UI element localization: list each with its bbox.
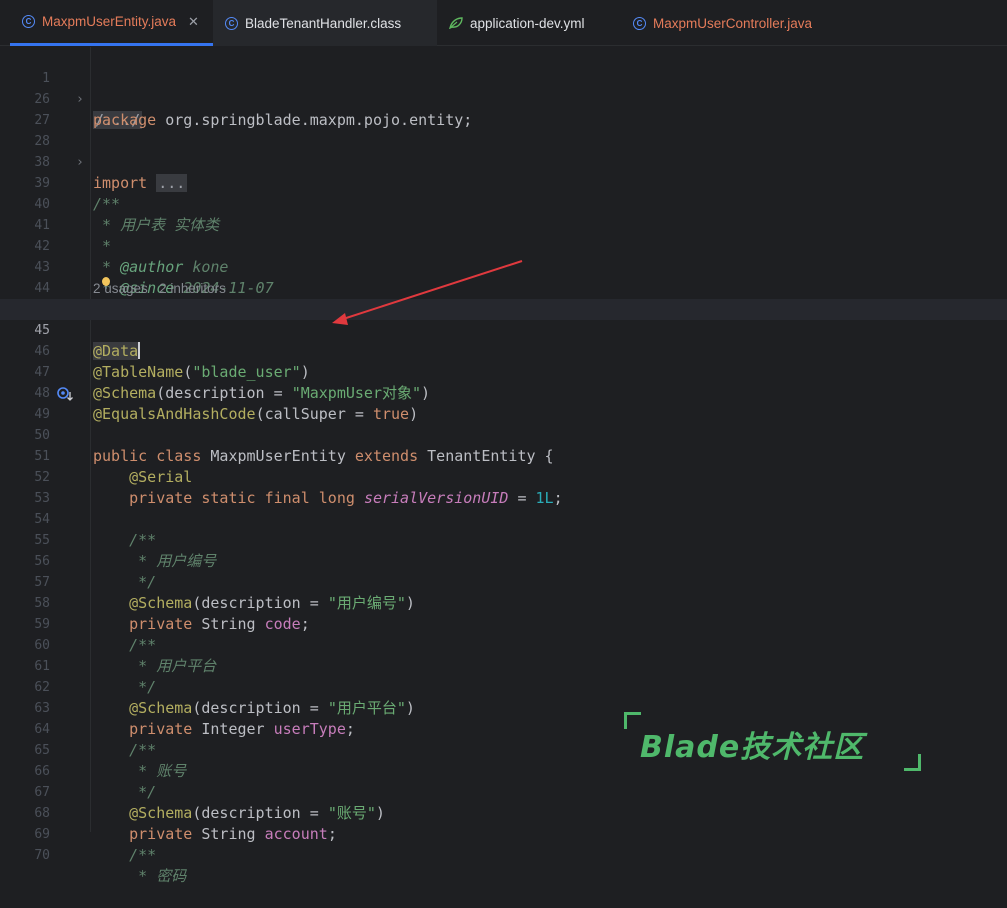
tab-label: MaxpmUserController.java [653, 15, 813, 31]
java-class-icon: C [22, 15, 35, 28]
java-class-icon: C [225, 16, 238, 30]
code-editor[interactable]: 1 › /.../ 26 package org.springblade.max… [0, 47, 1007, 885]
tab-label: application-dev.yml [470, 15, 585, 31]
tab-maxpm-user-entity[interactable]: C MaxpmUserEntity.java ✕ [10, 0, 213, 46]
yaml-leaf-icon [449, 17, 463, 29]
tab-label: MaxpmUserEntity.java [42, 14, 177, 29]
tab-label: BladeTenantHandler.class [245, 15, 402, 31]
tab-blade-tenant-handler[interactable]: C BladeTenantHandler.class [213, 0, 437, 46]
close-icon[interactable]: ✕ [188, 14, 199, 30]
tab-application-dev-yml[interactable]: application-dev.yml [437, 0, 621, 46]
watermark: Blade技术社区 [620, 708, 925, 774]
java-class-icon: C [633, 16, 646, 30]
editor-tab-bar: C MaxpmUserEntity.java ✕ C BladeTenantHa… [0, 0, 1007, 46]
tab-maxpm-user-controller[interactable]: C MaxpmUserController.java [621, 0, 841, 46]
